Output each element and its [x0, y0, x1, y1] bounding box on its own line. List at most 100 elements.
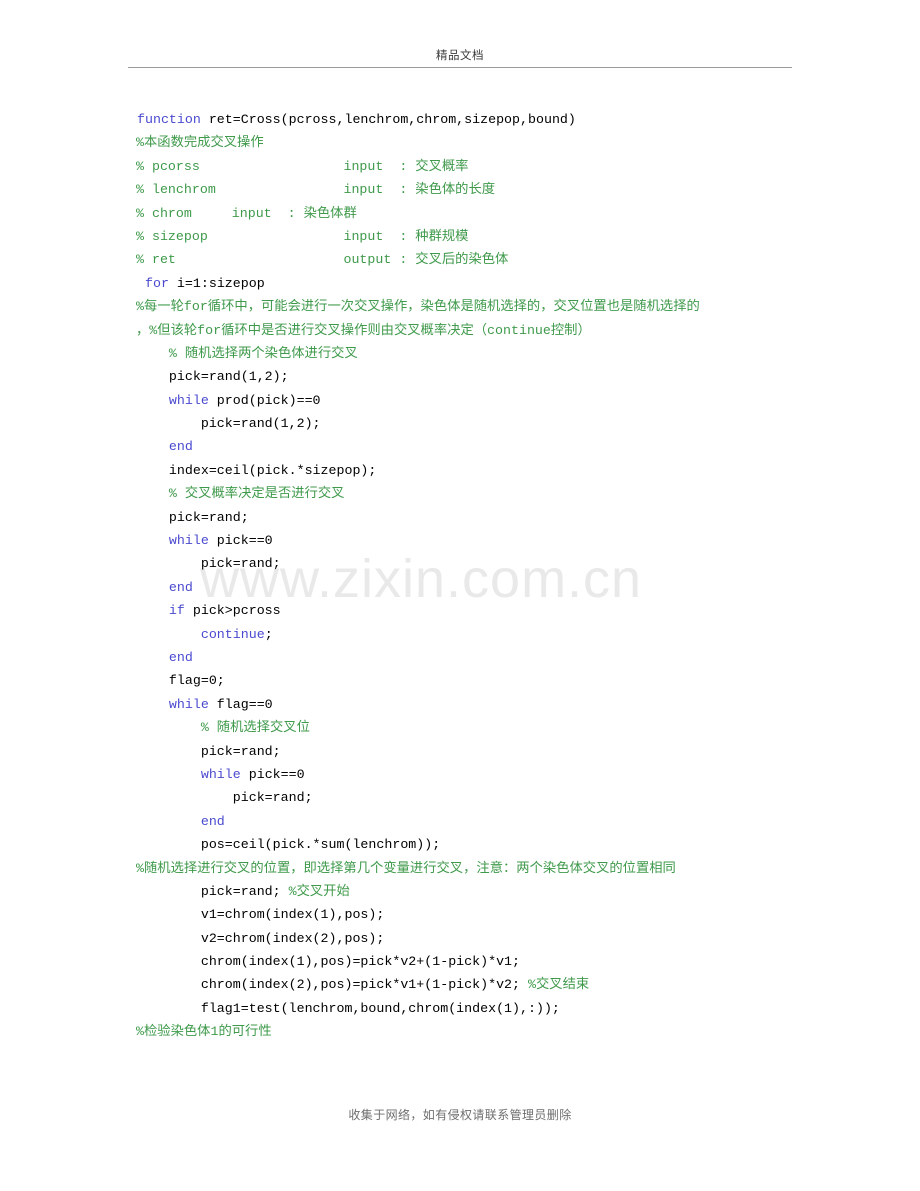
code-line: flag1=test(lenchrom,bound,chrom(index(1)… — [0, 997, 920, 1020]
code-token-comment: %交叉开始 — [288, 883, 350, 899]
code-token-keyword: end — [200, 813, 225, 829]
code-token-text: pos=ceil(pick.*sum(lenchrom)); — [137, 837, 441, 853]
code-line: end — [0, 435, 920, 458]
code-token-comment: % ret output : 交叉后的染色体 — [136, 252, 509, 268]
code-line: for i=1:sizepop — [0, 272, 920, 295]
code-token-comment: ，%但该轮for循环中是否进行交叉操作则由交叉概率决定（continue控制） — [136, 322, 591, 338]
code-token-text: pick=rand(1,2); — [137, 369, 289, 385]
code-token-comment: %每一轮for循环中，可能会进行一次交叉操作，染色体是随机选择的，交叉位置也是随… — [136, 299, 700, 315]
code-token-comment: % lenchrom input : 染色体的长度 — [136, 182, 496, 198]
code-line: pick=rand; — [0, 786, 920, 809]
code-token-comment: %随机选择进行交叉的位置，即选择第几个变量进行交叉，注意：两个染色体交叉的位置相… — [136, 860, 676, 876]
code-token-comment: %本函数完成交叉操作 — [136, 135, 264, 151]
code-line: pick=rand; — [0, 740, 920, 763]
code-line: % pcorss input : 交叉概率 — [0, 155, 920, 178]
code-line: end — [0, 810, 920, 833]
code-token-text: v1=chrom(index(1),pos); — [137, 907, 385, 923]
header-divider — [128, 67, 792, 68]
code-token-text: pick=rand; — [137, 509, 249, 525]
code-line: %每一轮for循环中，可能会进行一次交叉操作，染色体是随机选择的，交叉位置也是随… — [0, 295, 920, 318]
code-line: end — [0, 646, 920, 669]
page-footer: 收集于网络，如有侵权请联系管理员删除 — [0, 1106, 920, 1123]
code-line: while pick==0 — [0, 763, 920, 786]
code-token-text: pick=rand(1,2); — [137, 416, 321, 432]
code-token-keyword: while — [168, 392, 209, 408]
code-line: while prod(pick)==0 — [0, 389, 920, 412]
code-listing: function ret=Cross(pcross,lenchrom,chrom… — [0, 108, 920, 1044]
code-line: %随机选择进行交叉的位置，即选择第几个变量进行交叉，注意：两个染色体交叉的位置相… — [0, 857, 920, 880]
code-line: % ret output : 交叉后的染色体 — [0, 248, 920, 271]
code-line: while flag==0 — [0, 693, 920, 716]
code-token-comment: % 随机选择交叉位 — [137, 720, 310, 736]
code-token-text: pick=rand; — [137, 883, 289, 899]
code-token-keyword: end — [168, 439, 193, 455]
header-title: 精品文档 — [436, 50, 484, 62]
code-line: end — [0, 576, 920, 599]
code-token-comment: % chrom input : 染色体群 — [136, 205, 357, 221]
code-token-keyword: while — [200, 766, 241, 782]
code-token-comment: % 随机选择两个染色体进行交叉 — [137, 345, 358, 361]
code-line: %本函数完成交叉操作 — [0, 131, 920, 154]
code-token-text: flag1=test(lenchrom,bound,chrom(index(1)… — [137, 1000, 560, 1016]
code-token-text: pick=rand; — [137, 743, 281, 759]
code-line: % chrom input : 染色体群 — [0, 202, 920, 225]
code-line: function ret=Cross(pcross,lenchrom,chrom… — [0, 108, 920, 131]
code-token-keyword: while — [168, 696, 209, 712]
code-token-keyword: continue — [200, 626, 265, 642]
code-line: %检验染色体1的可行性 — [0, 1020, 920, 1043]
code-line: % 交叉概率决定是否进行交叉 — [0, 482, 920, 505]
code-line: pick=rand; — [0, 552, 920, 575]
code-token-text: chrom(index(1),pos)=pick*v2+(1-pick)*v1; — [137, 954, 521, 970]
code-line: % 随机选择两个染色体进行交叉 — [0, 342, 920, 365]
code-line: ，%但该轮for循环中是否进行交叉操作则由交叉概率决定（continue控制） — [0, 319, 920, 342]
code-token-text: i=1:sizepop — [168, 275, 265, 291]
code-line: % lenchrom input : 染色体的长度 — [0, 178, 920, 201]
code-line: v2=chrom(index(2),pos); — [0, 927, 920, 950]
code-line: pick=rand; %交叉开始 — [0, 880, 920, 903]
code-line: pos=ceil(pick.*sum(lenchrom)); — [0, 833, 920, 856]
code-token-comment: % pcorss input : 交叉概率 — [136, 158, 469, 174]
code-token-text: index=ceil(pick.*sizepop); — [137, 462, 377, 478]
code-line: pick=rand(1,2); — [0, 365, 920, 388]
code-token-text: ; — [264, 626, 273, 642]
code-token-keyword: end — [168, 579, 193, 595]
code-token-comment: % 交叉概率决定是否进行交叉 — [137, 486, 345, 502]
code-line: continue; — [0, 623, 920, 646]
code-line: pick=rand; — [0, 506, 920, 529]
code-token-text: ret=Cross(pcross,lenchrom,chrom,sizepop,… — [200, 112, 576, 127]
code-token-comment: %交叉结束 — [528, 977, 590, 993]
code-token-comment: % sizepop input : 种群规模 — [136, 228, 469, 244]
code-line: % sizepop input : 种群规模 — [0, 225, 920, 248]
page-header: 精品文档 — [128, 48, 792, 68]
code-line: v1=chrom(index(1),pos); — [0, 903, 920, 926]
code-token-text: chrom(index(2),pos)=pick*v1+(1-pick)*v2; — [137, 977, 528, 993]
code-token-text: pick=rand; — [137, 790, 313, 806]
code-line: chrom(index(1),pos)=pick*v2+(1-pick)*v1; — [0, 950, 920, 973]
code-line: pick=rand(1,2); — [0, 412, 920, 435]
code-line: if pick>pcross — [0, 599, 920, 622]
code-token-text: flag==0 — [208, 696, 273, 712]
code-line: % 随机选择交叉位 — [0, 716, 920, 739]
footer-disclaimer: 收集于网络，如有侵权请联系管理员删除 — [348, 1108, 572, 1122]
code-token-text: prod(pick)==0 — [208, 392, 321, 408]
code-token-keyword: end — [168, 649, 193, 665]
document-page: 精品文档 www.zixin.com.cn function ret=Cross… — [0, 0, 920, 1191]
code-token-text: pick==0 — [208, 533, 273, 549]
code-token-keyword: while — [168, 533, 209, 549]
code-line: chrom(index(2),pos)=pick*v1+(1-pick)*v2;… — [0, 973, 920, 996]
code-token-keyword: function — [137, 112, 201, 127]
code-token-text: pick==0 — [240, 766, 305, 782]
code-token-text: flag=0; — [137, 673, 225, 689]
code-line: index=ceil(pick.*sizepop); — [0, 459, 920, 482]
code-token-text: pick>pcross — [184, 603, 281, 619]
